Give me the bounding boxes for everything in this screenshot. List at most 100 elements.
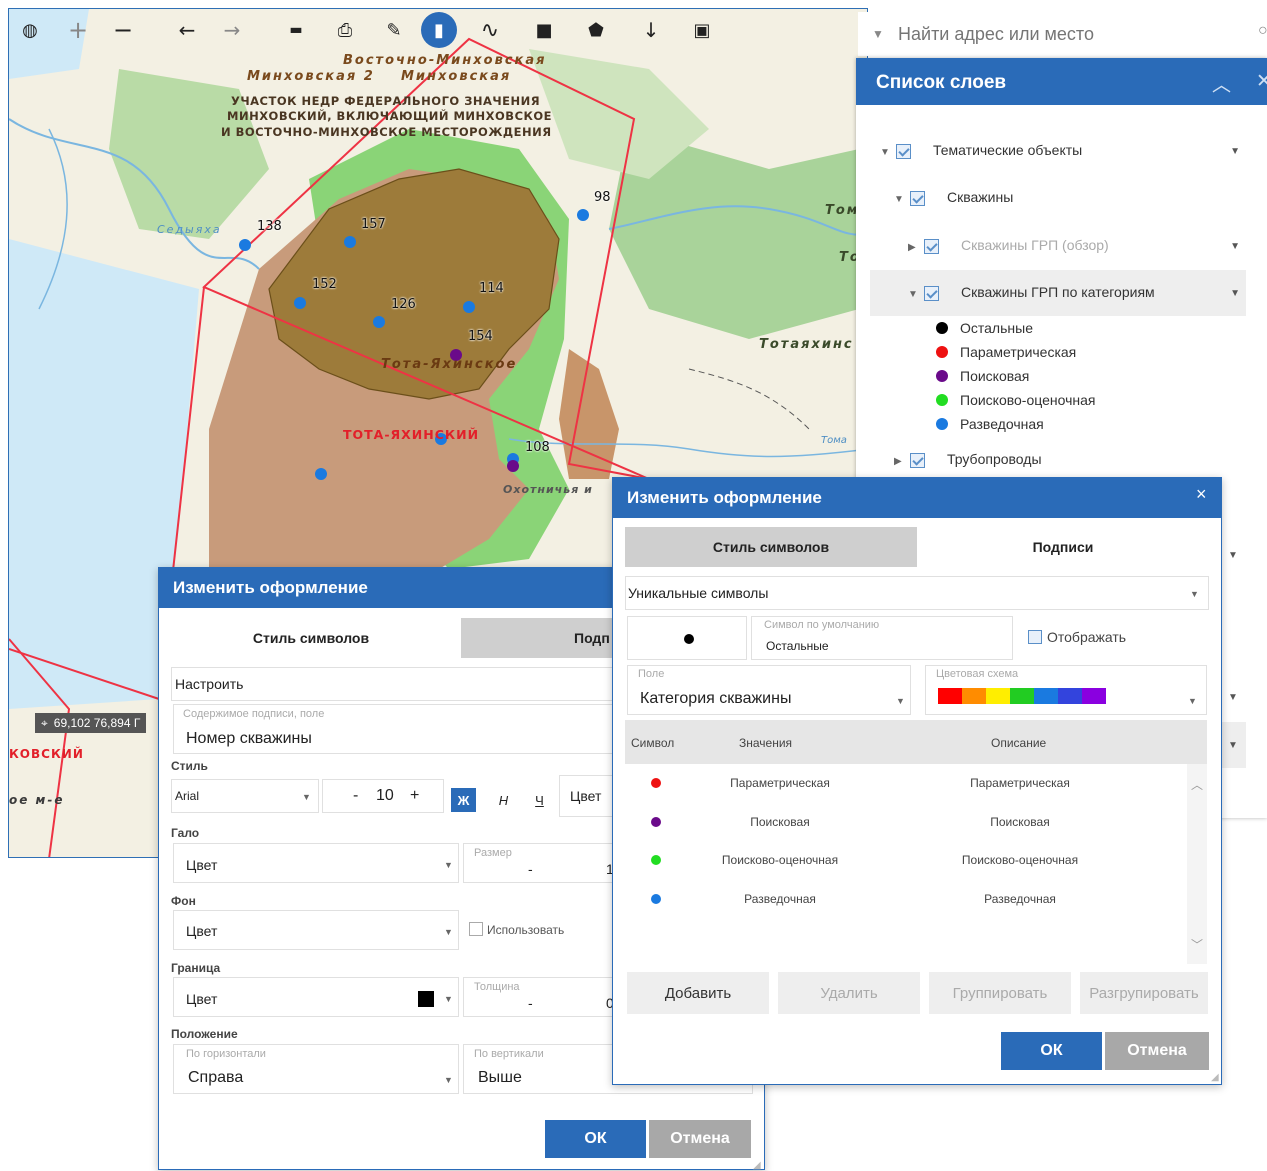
layer-checkbox[interactable] (924, 285, 939, 301)
layer-item-grp-categories[interactable]: ▼ Скважины ГРП по категориям ▼ (908, 284, 1250, 301)
halo-size-stepper[interactable]: Размер - 1 (463, 843, 614, 883)
section-background: Фон (171, 894, 196, 908)
legend-symbol (936, 418, 948, 430)
layer-menu-icon[interactable]: ▼ (1230, 288, 1240, 299)
legend-symbol (936, 394, 948, 406)
table-row[interactable]: Разведочная Разведочная (625, 880, 1185, 918)
row-symbol[interactable] (651, 778, 661, 788)
layer-item-grp-overview[interactable]: ▶ Скважины ГРП (обзор) ▼ (908, 237, 1250, 254)
table-row[interactable]: Поисковая Поисковая (625, 803, 1185, 841)
search-dropdown-icon[interactable]: ▼ (858, 27, 898, 41)
ok-button[interactable]: ОК (1001, 1032, 1102, 1070)
tab-labels[interactable]: Подписи (917, 527, 1209, 567)
tab-symbol-style[interactable]: Стиль символов (625, 527, 917, 567)
forward-icon[interactable]: → (214, 12, 250, 48)
resize-handle-icon[interactable]: ◢ (1211, 1072, 1219, 1083)
italic-button[interactable]: Н (491, 788, 516, 812)
layer-menu-icon[interactable]: ▼ (1228, 550, 1238, 561)
renderer-value: Уникальные символы (628, 585, 769, 601)
polyline-icon[interactable]: ∿ (472, 12, 508, 48)
close-icon[interactable]: ✕ (1256, 70, 1267, 93)
thickness-decrement[interactable]: - (528, 995, 533, 1011)
row-symbol[interactable] (651, 893, 661, 904)
table-row[interactable]: Поисково-оценочная Поисково-оценочная (625, 841, 1185, 879)
background-use-checkbox[interactable] (469, 922, 483, 936)
default-symbol-preview[interactable] (627, 616, 747, 660)
back-icon[interactable]: ← (169, 12, 205, 48)
expand-icon[interactable]: ▶ (908, 242, 924, 253)
layer-item-wells[interactable]: ▼ Скважины (894, 189, 1013, 206)
delete-button[interactable]: Удалить (778, 972, 920, 1014)
pen-icon[interactable]: ✎ (376, 12, 412, 48)
field-label: Цветовая схема (936, 668, 1019, 680)
horizontal-position-select[interactable]: По горизонтали Справа ▼ (173, 1044, 459, 1094)
download-icon[interactable]: ↓ (633, 12, 669, 48)
table-row[interactable]: Параметрическая Параметрическая (625, 764, 1185, 802)
save-icon[interactable]: ▣ (684, 12, 720, 48)
font-select[interactable]: Arial ▼ (171, 779, 319, 813)
expand-icon[interactable]: ▼ (880, 147, 896, 158)
scroll-down-icon[interactable]: ﹀ (1191, 936, 1203, 953)
row-symbol[interactable] (651, 816, 661, 827)
table-scrollbar[interactable]: ︿ ﹀ (1187, 764, 1207, 964)
marker-icon[interactable]: ▮ (421, 12, 457, 48)
size-decrement[interactable]: - (353, 787, 358, 805)
rectangle-icon[interactable]: ■ (526, 12, 562, 48)
ok-button[interactable]: ОК (545, 1120, 646, 1158)
cancel-button[interactable]: Отмена (1105, 1032, 1209, 1070)
globe-icon[interactable]: ◍ (12, 12, 48, 48)
field-value: Выше (478, 1069, 522, 1086)
font-size-stepper[interactable]: - 10 + (322, 779, 444, 813)
background-color-select[interactable]: Цвет ▼ (173, 910, 459, 950)
halo-color-select[interactable]: Цвет ▼ (173, 843, 459, 883)
color-scheme-select[interactable]: Цветовая схема ▼ (925, 665, 1207, 715)
tab-symbol-style[interactable]: Стиль символов (161, 618, 461, 658)
color-scheme-swatch (1058, 688, 1082, 704)
renderer-select[interactable]: Уникальные символы ▼ (625, 576, 1209, 610)
map-label-area3: И ВОСТОЧНО-МИНХОВСКОЕ МЕСТОРОЖДЕНИЯ (221, 125, 552, 139)
row-symbol[interactable] (651, 855, 661, 865)
layer-menu-icon[interactable]: ▼ (1230, 146, 1240, 157)
size-increment[interactable]: + (410, 787, 419, 805)
close-icon[interactable]: × (1196, 484, 1207, 505)
field-select[interactable]: Поле Категория скважины ▼ (627, 665, 911, 715)
collapse-icon[interactable]: ︿ (1212, 70, 1231, 97)
search-icon[interactable]: ○ (1258, 22, 1267, 40)
expand-icon[interactable]: ▶ (894, 456, 910, 467)
display-checkbox[interactable] (1028, 630, 1042, 644)
layer-label: Скважины ГРП по категориям (961, 284, 1155, 300)
layer-checkbox[interactable] (924, 238, 939, 254)
ruler-icon[interactable]: ▬ (278, 12, 314, 48)
layer-item-pipelines[interactable]: ▶ Трубопроводы (894, 451, 1042, 468)
layer-menu-icon[interactable]: ▼ (1228, 692, 1238, 703)
font-color-button[interactable]: Цвет (559, 775, 619, 817)
polygon-icon[interactable]: ⬟ (578, 12, 614, 48)
ungroup-button[interactable]: Разгрупировать (1080, 972, 1208, 1014)
add-button[interactable]: Добавить (627, 972, 769, 1014)
zoom-out-icon[interactable]: − (105, 12, 141, 48)
layer-item-thematic[interactable]: ▼ Тематические объекты ▼ (880, 142, 1250, 159)
bold-button[interactable]: Ж (451, 788, 476, 812)
layer-checkbox[interactable] (896, 143, 911, 159)
field-label: По горизонтали (186, 1048, 266, 1060)
border-thickness-stepper[interactable]: Толщина - 0 (463, 977, 614, 1017)
resize-handle-icon[interactable]: ◢ (753, 1160, 761, 1171)
zoom-in-icon[interactable]: + (60, 12, 96, 48)
underline-button[interactable]: Ч (527, 788, 552, 812)
halo-size-decrement[interactable]: - (528, 861, 533, 877)
map-label-area2: МИНХОВСКИЙ, ВКЛЮЧАЮЩИЙ МИНХОВСКОЕ (227, 109, 553, 123)
expand-icon[interactable]: ▼ (908, 289, 924, 300)
layer-checkbox[interactable] (910, 452, 925, 468)
expand-icon[interactable]: ▼ (894, 194, 910, 205)
cancel-button[interactable]: Отмена (649, 1120, 751, 1158)
layer-menu-icon[interactable]: ▼ (1230, 241, 1240, 252)
print-icon[interactable]: ⎙ (327, 12, 363, 48)
default-symbol-field[interactable]: Символ по умолчанию Остальные (751, 616, 1013, 660)
background-use-label: Использовать (487, 923, 565, 937)
border-color-select[interactable]: Цвет ▼ (173, 977, 459, 1017)
layer-checkbox[interactable] (910, 190, 925, 206)
search-input[interactable] (898, 23, 1238, 45)
layer-menu-icon[interactable]: ▼ (1228, 740, 1238, 751)
scroll-up-icon[interactable]: ︿ (1191, 776, 1203, 793)
group-button[interactable]: Группировать (929, 972, 1071, 1014)
